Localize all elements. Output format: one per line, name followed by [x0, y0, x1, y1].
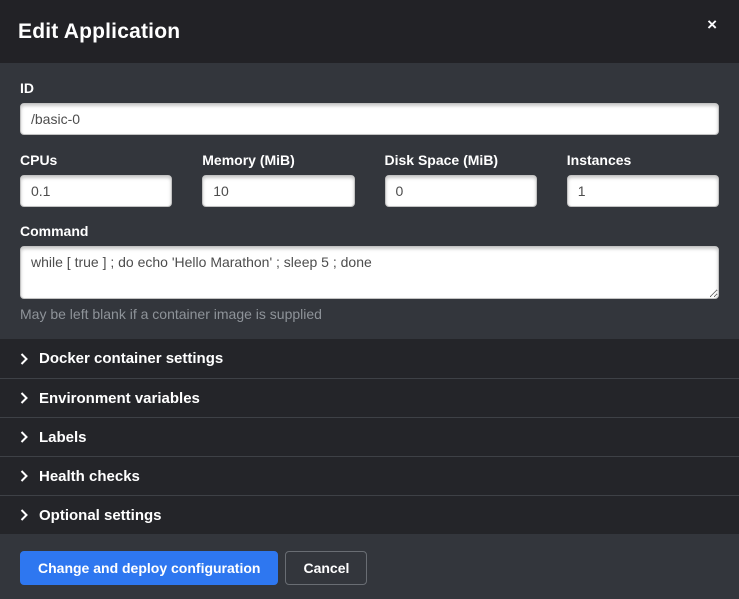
- close-icon[interactable]: ×: [703, 14, 721, 35]
- instances-field-group: Instances: [567, 152, 719, 207]
- section-label: Optional settings: [39, 507, 162, 524]
- command-textarea[interactable]: while [ true ] ; do echo 'Hello Marathon…: [20, 246, 719, 299]
- chevron-right-icon: [20, 509, 28, 521]
- chevron-right-icon: [20, 431, 28, 443]
- modal-header: Edit Application ×: [0, 0, 739, 63]
- collapsible-sections: Docker container settings Environment va…: [0, 339, 739, 534]
- id-field-group: ID: [20, 80, 719, 135]
- modal-footer: Change and deploy configuration Cancel: [0, 534, 739, 599]
- chevron-right-icon: [20, 470, 28, 482]
- section-label: Health checks: [39, 468, 140, 485]
- instances-label: Instances: [567, 152, 719, 168]
- application-form: ID CPUs Memory (MiB) Disk Space (MiB) In…: [0, 63, 739, 339]
- memory-field-group: Memory (MiB): [202, 152, 354, 207]
- resources-row: CPUs Memory (MiB) Disk Space (MiB) Insta…: [20, 152, 719, 207]
- cpus-input[interactable]: [20, 175, 172, 207]
- edit-application-modal: Edit Application × ID CPUs Memory (MiB) …: [0, 0, 739, 599]
- cancel-button[interactable]: Cancel: [285, 551, 367, 585]
- change-and-deploy-button[interactable]: Change and deploy configuration: [20, 551, 278, 585]
- section-label: Environment variables: [39, 390, 200, 407]
- section-environment-variables[interactable]: Environment variables: [0, 378, 739, 417]
- section-optional-settings[interactable]: Optional settings: [0, 495, 739, 534]
- section-health-checks[interactable]: Health checks: [0, 456, 739, 495]
- memory-input[interactable]: [202, 175, 354, 207]
- id-input[interactable]: [20, 103, 719, 135]
- disk-label: Disk Space (MiB): [385, 152, 537, 168]
- disk-input[interactable]: [385, 175, 537, 207]
- chevron-right-icon: [20, 392, 28, 404]
- command-label: Command: [20, 223, 719, 239]
- command-field-group: Command while [ true ] ; do echo 'Hello …: [20, 223, 719, 322]
- section-label: Docker container settings: [39, 350, 223, 367]
- memory-label: Memory (MiB): [202, 152, 354, 168]
- disk-field-group: Disk Space (MiB): [385, 152, 537, 207]
- section-docker-container-settings[interactable]: Docker container settings: [0, 339, 739, 378]
- section-labels[interactable]: Labels: [0, 417, 739, 456]
- instances-input[interactable]: [567, 175, 719, 207]
- page-title: Edit Application: [18, 20, 180, 44]
- cpus-field-group: CPUs: [20, 152, 172, 207]
- cpus-label: CPUs: [20, 152, 172, 168]
- chevron-right-icon: [20, 353, 28, 365]
- id-label: ID: [20, 80, 719, 96]
- section-label: Labels: [39, 429, 87, 446]
- command-help-text: May be left blank if a container image i…: [20, 306, 719, 322]
